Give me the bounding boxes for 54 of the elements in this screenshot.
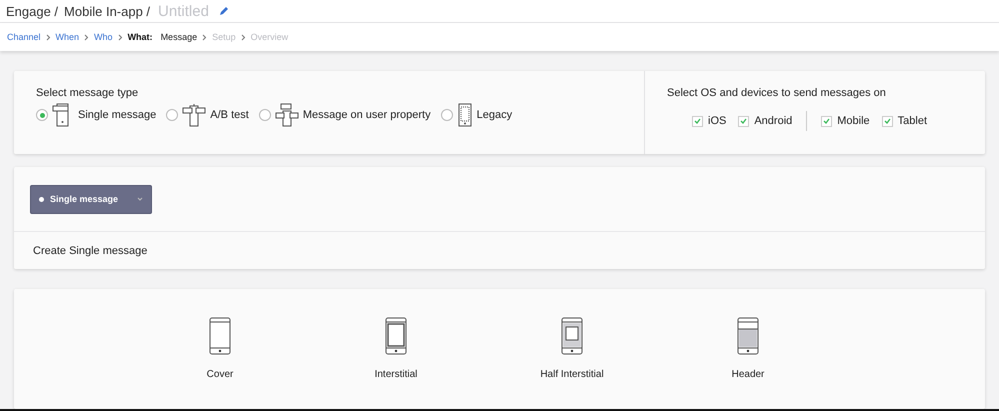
- radio-button[interactable]: [36, 109, 48, 121]
- template-label[interactable]: Header: [732, 369, 764, 380]
- page-title: Untitled: [158, 2, 209, 20]
- template-label[interactable]: Interstitial: [374, 369, 418, 380]
- option-label: Single message: [78, 109, 156, 121]
- option-label: Message on user property: [302, 109, 431, 121]
- phone-template-icon: [385, 317, 407, 355]
- step-link[interactable]: Channel: [7, 32, 41, 42]
- message-type-option[interactable]: Legacy: [440, 103, 512, 127]
- template-label[interactable]: Cover: [206, 369, 234, 380]
- chevron-icon: [202, 34, 208, 41]
- phone-template-icon: [561, 317, 583, 355]
- chevron-icon: [84, 34, 90, 41]
- checkmark-icon: [823, 118, 830, 124]
- checkbox-label: Mobile: [837, 115, 870, 127]
- chevron-icon: [46, 34, 51, 41]
- breadcrumb-item[interactable]: Mobile In-app /: [64, 4, 150, 19]
- checkbox-label: iOS: [708, 115, 726, 127]
- breadcrumb-item[interactable]: Engage /: [6, 4, 58, 19]
- message-type-option[interactable]: Single message: [36, 103, 156, 127]
- checkbox[interactable]: [692, 116, 703, 126]
- radio-button[interactable]: [440, 109, 453, 121]
- caret-icon: [137, 197, 143, 201]
- section-heading: Select OS and devices to send messages on: [667, 87, 887, 99]
- message-type-option[interactable]: Message on user property: [258, 103, 431, 127]
- step-link[interactable]: Who: [94, 32, 113, 42]
- radio-button[interactable]: [166, 109, 178, 121]
- radio-button[interactable]: [258, 109, 271, 121]
- chevron-icon: [118, 34, 123, 41]
- checkbox[interactable]: [882, 116, 893, 126]
- phone-template-icon: [737, 317, 759, 355]
- pencil-icon[interactable]: [218, 6, 229, 16]
- checkbox-label: Android: [754, 115, 792, 127]
- message-dropdown[interactable]: Single message: [30, 184, 152, 214]
- step-prefix: What:: [128, 32, 153, 42]
- step-link[interactable]: When: [56, 32, 80, 42]
- phone-icon: [456, 103, 473, 127]
- template-label[interactable]: Half Interstitial: [540, 369, 604, 380]
- checkbox-label: Tablet: [898, 115, 928, 127]
- section-title: Create Single message: [32, 244, 148, 257]
- branching-phones-icon: [274, 103, 299, 127]
- section-heading: Select message type: [36, 87, 140, 99]
- checkbox[interactable]: [821, 116, 832, 126]
- step-link[interactable]: Message: [160, 32, 198, 42]
- checkbox[interactable]: [738, 116, 750, 126]
- phone-template-icon: [209, 317, 231, 355]
- split-phones-icon: [182, 103, 206, 127]
- checkmark-icon: [740, 118, 748, 124]
- checkmark-icon: [694, 118, 701, 124]
- message-type-option[interactable]: A/B test: [166, 103, 249, 127]
- chevron-icon: [240, 34, 246, 41]
- option-label: A/B test: [210, 109, 249, 121]
- checkmark-icon: [884, 118, 891, 124]
- option-label: Legacy: [476, 109, 512, 121]
